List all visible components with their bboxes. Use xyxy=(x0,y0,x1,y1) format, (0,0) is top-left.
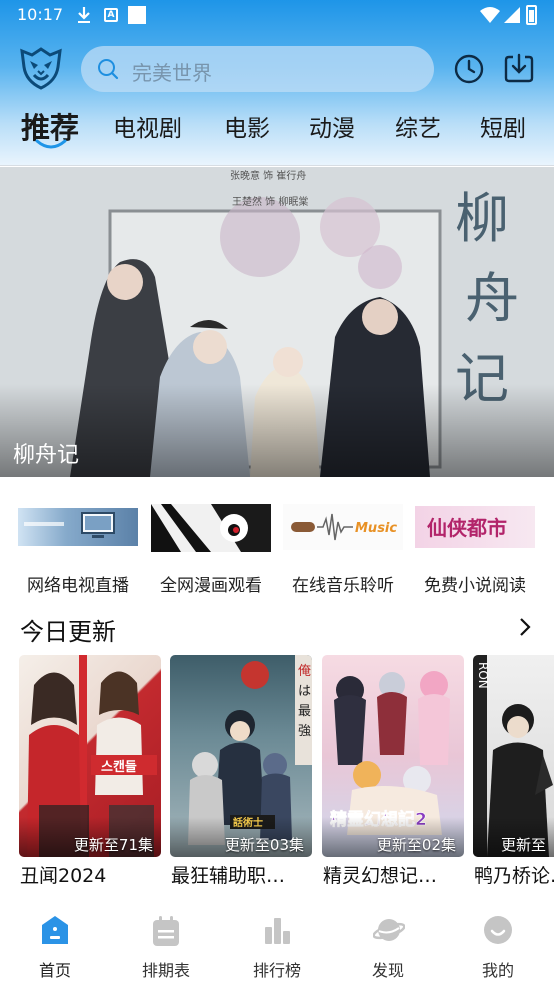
video-poster: RON 更新至 xyxy=(473,655,554,857)
music-label: 在线音乐聆听 xyxy=(292,576,394,596)
tab-short-drama[interactable]: 短剧 xyxy=(480,109,526,143)
search-bar[interactable]: 完美世界 xyxy=(81,46,434,92)
nav-ranking-label: 排行榜 xyxy=(252,961,301,980)
video-poster: 俺 は 最 強 話術士 更新至03集 xyxy=(170,655,312,857)
nav-discover-label: 发现 xyxy=(371,961,404,980)
video-card[interactable]: 俺 は 最 強 話術士 更新至03集 最狂辅助职… xyxy=(170,655,312,895)
live-tv-label: 网络电视直播 xyxy=(27,576,129,596)
svg-text:強: 強 xyxy=(298,724,311,739)
banner-poster-image: 柳 舟 记 张晚意 饰 崔行舟 王楚然 饰 柳眠棠 xyxy=(0,167,554,477)
comics-label: 全网漫画观看 xyxy=(160,576,262,596)
nav-schedule-label: 排期表 xyxy=(141,961,190,980)
music-thumbnail: Music xyxy=(283,504,403,550)
search-icon xyxy=(98,59,119,80)
tab-variety[interactable]: 综艺 xyxy=(395,109,441,143)
nav-home[interactable]: 首页 xyxy=(10,905,100,984)
tab-movie[interactable]: 电影 xyxy=(224,109,270,143)
status-time: 10:17 xyxy=(17,5,64,24)
svg-text:仙侠都市: 仙侠都市 xyxy=(427,516,507,540)
novels-label: 免费小说阅读 xyxy=(424,576,526,596)
video-poster: 스캔들 更新至71集 xyxy=(19,655,161,857)
svg-text:RON: RON xyxy=(476,662,490,689)
svg-text:스캔들: 스캔들 xyxy=(101,759,137,775)
signal-icon xyxy=(504,7,520,23)
section-title-today: 今日更新 xyxy=(20,618,116,646)
quick-link-music[interactable]: Music 在线音乐聆听 xyxy=(277,500,409,600)
wifi-icon xyxy=(480,7,500,23)
episode-badge: 更新至03集 xyxy=(224,836,304,854)
top-header: 10:17 A 完美世界 推荐 电视剧 电影 动漫 综艺 短剧 xyxy=(0,0,554,166)
download-icon[interactable] xyxy=(503,52,535,84)
video-title: 丑闻2024 xyxy=(20,865,107,887)
ranking-icon xyxy=(265,918,290,944)
video-title: 鸭乃桥论… xyxy=(474,865,554,887)
profile-icon xyxy=(484,916,512,944)
video-card[interactable]: 스캔들 更新至71集 丑闻2024 xyxy=(19,655,161,895)
episode-badge: 更新至 xyxy=(501,836,547,854)
search-input[interactable]: 完美世界 xyxy=(132,57,212,86)
today-update-list: 스캔들 更新至71集 丑闻2024 俺 は 最 強 話術士 更新至03集 最狂辅… xyxy=(0,655,554,895)
banner-title: 柳舟记 xyxy=(13,443,80,468)
svg-text:Music: Music xyxy=(355,521,397,536)
episode-badge: 更新至02集 xyxy=(376,836,456,854)
tab-tv-series[interactable]: 电视剧 xyxy=(113,109,182,143)
svg-text:は: は xyxy=(298,684,311,699)
quick-link-novels[interactable]: 仙侠都市 免费小说阅读 xyxy=(409,500,541,600)
nav-profile[interactable]: 我的 xyxy=(453,905,543,984)
nav-discover[interactable]: 发现 xyxy=(343,905,433,984)
quick-link-comics[interactable]: 全网漫画观看 xyxy=(145,500,277,600)
tab-anime[interactable]: 动漫 xyxy=(309,109,355,143)
video-card[interactable]: 精霊幻想記2 更新至02集 精灵幻想记… xyxy=(322,655,464,895)
app-logo-icon[interactable] xyxy=(18,45,64,91)
quick-links: 网络电视直播 全网漫画观看 Music 在线音乐聆听 仙侠都市 免费小说阅读 xyxy=(0,500,554,600)
video-poster: 精霊幻想記2 更新至02集 xyxy=(322,655,464,857)
battery-icon xyxy=(526,5,537,25)
planet-icon xyxy=(373,919,405,941)
status-bar: 10:17 A xyxy=(0,0,554,32)
chevron-right-icon[interactable] xyxy=(516,617,534,637)
svg-text:話術士: 話術士 xyxy=(233,816,263,829)
comics-thumbnail xyxy=(151,504,271,552)
nav-home-label: 首页 xyxy=(38,961,71,980)
notification-square-icon xyxy=(128,6,146,24)
calendar-icon xyxy=(153,916,179,946)
video-title: 精灵幻想记… xyxy=(323,865,438,887)
svg-text:俺: 俺 xyxy=(298,664,311,679)
history-clock-icon[interactable] xyxy=(453,53,485,85)
nav-ranking[interactable]: 排行榜 xyxy=(232,905,322,984)
video-card[interactable]: RON 更新至 鸭乃桥论… xyxy=(473,655,554,895)
app-notification-icon: A xyxy=(104,8,118,22)
nav-profile-label: 我的 xyxy=(481,961,514,980)
nav-schedule[interactable]: 排期表 xyxy=(121,905,211,984)
download-notification-icon xyxy=(78,7,90,23)
episode-badge: 更新至71集 xyxy=(73,836,153,854)
tab-active-indicator xyxy=(35,139,67,149)
featured-banner[interactable]: 柳 舟 记 张晚意 饰 崔行舟 王楚然 饰 柳眠棠 柳舟记 xyxy=(0,167,554,477)
live-tv-thumbnail xyxy=(18,508,138,546)
home-icon xyxy=(42,916,68,944)
quick-link-live-tv[interactable]: 网络电视直播 xyxy=(12,500,144,600)
svg-text:精霊幻想記2: 精霊幻想記2 xyxy=(330,809,427,830)
svg-text:最: 最 xyxy=(298,704,311,719)
video-title: 最狂辅助职… xyxy=(171,865,286,887)
bottom-navigation: 首页 排期表 排行榜 发现 我的 xyxy=(0,905,554,984)
novels-thumbnail: 仙侠都市 xyxy=(415,506,535,548)
category-tabs: 推荐 电视剧 电影 动漫 综艺 短剧 xyxy=(0,105,554,155)
